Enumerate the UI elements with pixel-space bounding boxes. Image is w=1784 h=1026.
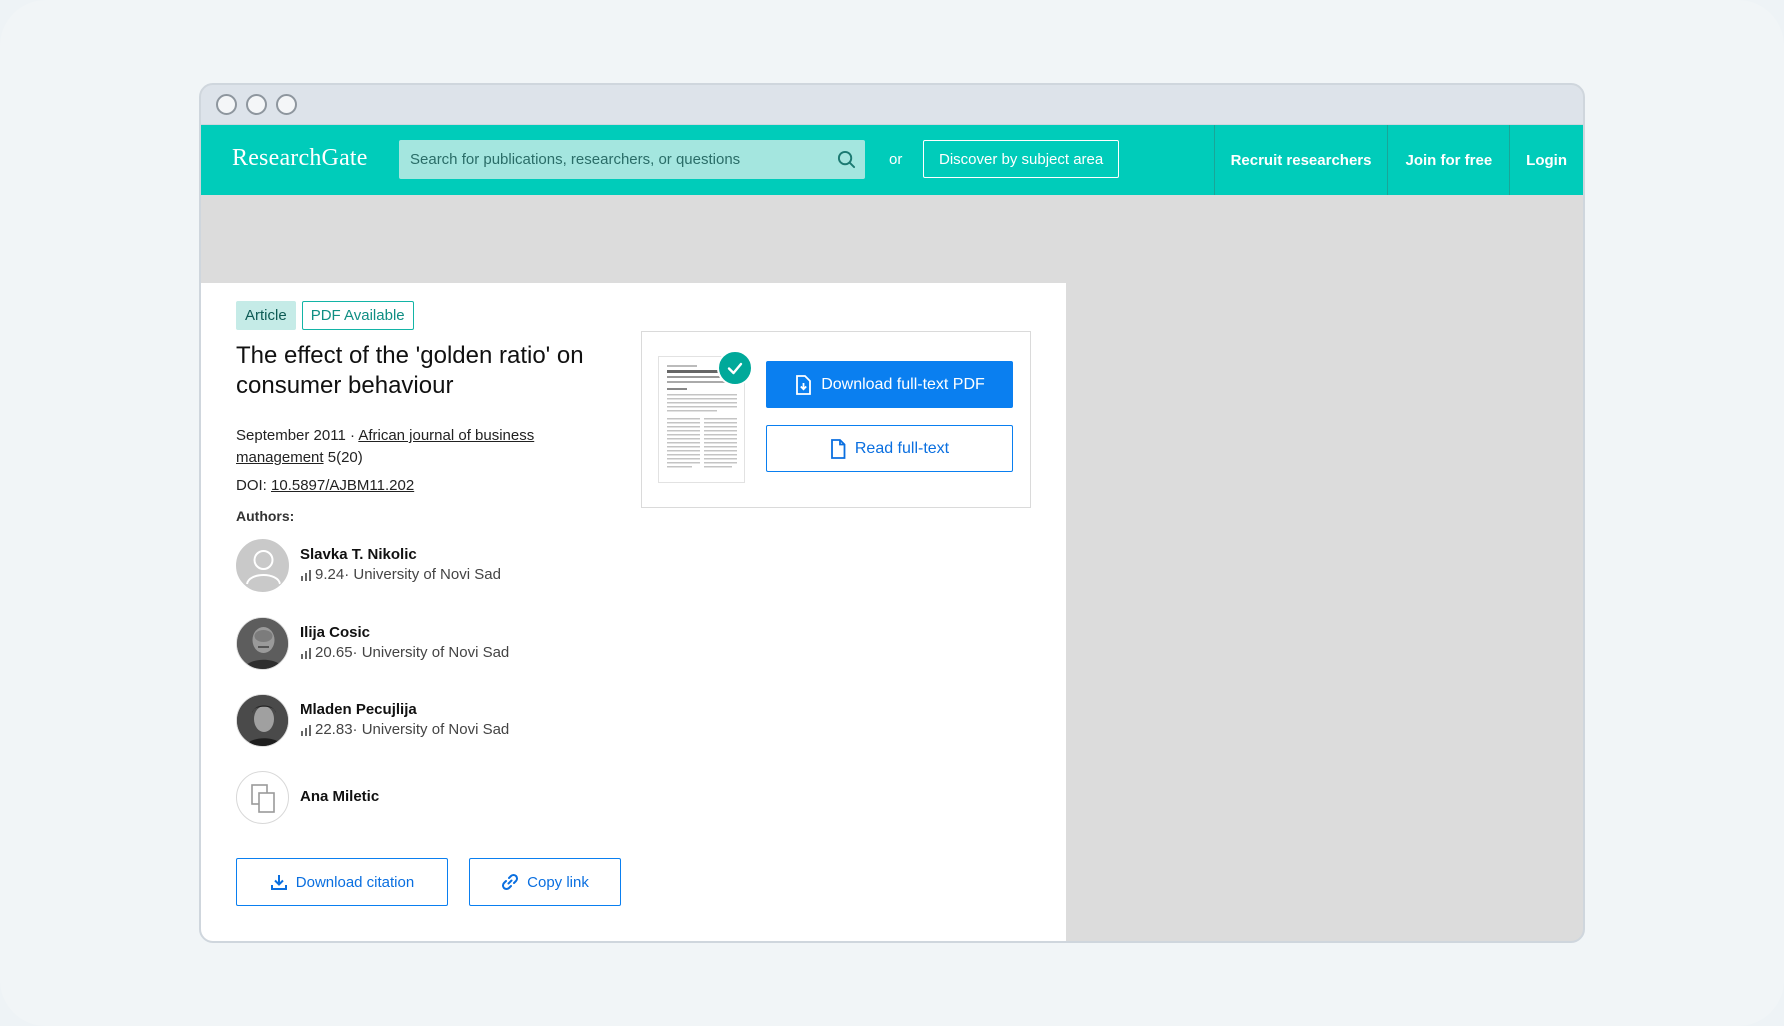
researchgate-logo[interactable]: ResearchGate [232, 145, 368, 172]
pdf-preview-box: Download full-text PDF Read full-text [641, 331, 1031, 508]
author-score: 9.24 [315, 566, 345, 583]
publication-date: September 2011 · [236, 427, 359, 444]
author-photo [237, 694, 288, 746]
doi-label: DOI: [236, 477, 272, 494]
checkmark-icon [717, 350, 753, 386]
download-citation-button[interactable]: Download citation [236, 858, 448, 906]
author-item[interactable]: Ilija Cosic 20.65 · University of Novi S… [236, 615, 509, 671]
search-box [399, 140, 865, 179]
download-full-text-pdf-label: Download full-text PDF [821, 375, 985, 393]
discover-by-subject-button[interactable]: Discover by subject area [923, 140, 1120, 178]
recruit-researchers-link[interactable]: Recruit researchers [1213, 125, 1388, 195]
author-affiliation: · University of Novi Sad [344, 566, 501, 583]
journal-volume: 5(20) [323, 449, 363, 466]
download-citation-label: Download citation [295, 873, 415, 891]
login-link[interactable]: Login [1509, 125, 1583, 195]
read-full-text-button[interactable]: Read full-text [766, 425, 1013, 472]
placeholder-copy-icon [251, 783, 275, 813]
author-score: 20.65 [315, 644, 353, 661]
link-icon [502, 873, 519, 891]
author-name[interactable]: Slavka T. Nikolic [300, 545, 501, 565]
score-bars-icon [301, 647, 311, 659]
search-icon[interactable] [837, 150, 856, 169]
article-title: The effect of the 'golden ratio' on cons… [236, 342, 584, 399]
author-affiliation: · University of Novi Sad [352, 721, 510, 738]
placeholder-person-icon [246, 549, 281, 584]
avatar[interactable] [236, 616, 289, 670]
author-score: 22.83 [315, 721, 353, 738]
window-titlebar [201, 85, 1583, 125]
download-full-text-pdf-button[interactable]: Download full-text PDF [766, 361, 1013, 408]
close-window-button[interactable] [216, 94, 237, 115]
author-item[interactable]: Mladen Pecujlija 22.83 · University of N… [236, 692, 509, 748]
read-full-text-label: Read full-text [854, 439, 950, 457]
score-bars-icon [301, 724, 311, 736]
pdf-download-icon [796, 374, 812, 395]
score-bars-icon [301, 569, 311, 581]
search-input[interactable] [410, 151, 830, 168]
zoom-window-button[interactable] [276, 94, 297, 115]
browser-window: ResearchGate or Discover by subject area… [199, 83, 1585, 943]
doi-line: DOI: 10.5897/AJBM11.202 [236, 477, 414, 494]
download-icon [270, 875, 287, 890]
author-stats: 22.83 · University of Novi Sad [300, 720, 509, 740]
document-icon [830, 438, 846, 459]
avatar[interactable] [236, 770, 289, 824]
copy-link-label: Copy link [527, 873, 589, 891]
author-affiliation: · University of Novi Sad [352, 644, 510, 661]
author-name[interactable]: Ana Miletic [300, 787, 379, 807]
minimize-window-button[interactable] [246, 94, 267, 115]
author-item[interactable]: Ana Miletic [236, 769, 379, 825]
author-photo [237, 617, 288, 669]
author-name[interactable]: Ilija Cosic [300, 623, 509, 643]
author-item[interactable]: Slavka T. Nikolic 9.24 · University of N… [236, 537, 501, 593]
doi-link[interactable]: 10.5897/AJBM11.202 [271, 477, 414, 494]
authors-label: Authors: [236, 508, 295, 524]
join-for-free-link[interactable]: Join for free [1387, 125, 1509, 195]
top-navbar: ResearchGate or Discover by subject area… [201, 125, 1583, 195]
or-text: or [889, 151, 903, 168]
article-type-tag: Article [236, 301, 296, 330]
article-meta: September 2011 · African journal of busi… [236, 425, 576, 469]
nav-links: Recruit researchers Join for free Login [1213, 125, 1583, 195]
author-stats: 20.65 · University of Novi Sad [300, 643, 509, 663]
article-panel: Article PDF Available The effect of the … [201, 283, 1066, 941]
article-tags: Article PDF Available [236, 301, 414, 330]
copy-link-button[interactable]: Copy link [469, 858, 621, 906]
author-stats: 9.24 · University of Novi Sad [300, 565, 501, 585]
pdf-available-tag: PDF Available [301, 301, 414, 330]
avatar[interactable] [236, 538, 289, 592]
author-name[interactable]: Mladen Pecujlija [300, 700, 509, 720]
avatar[interactable] [236, 693, 289, 747]
